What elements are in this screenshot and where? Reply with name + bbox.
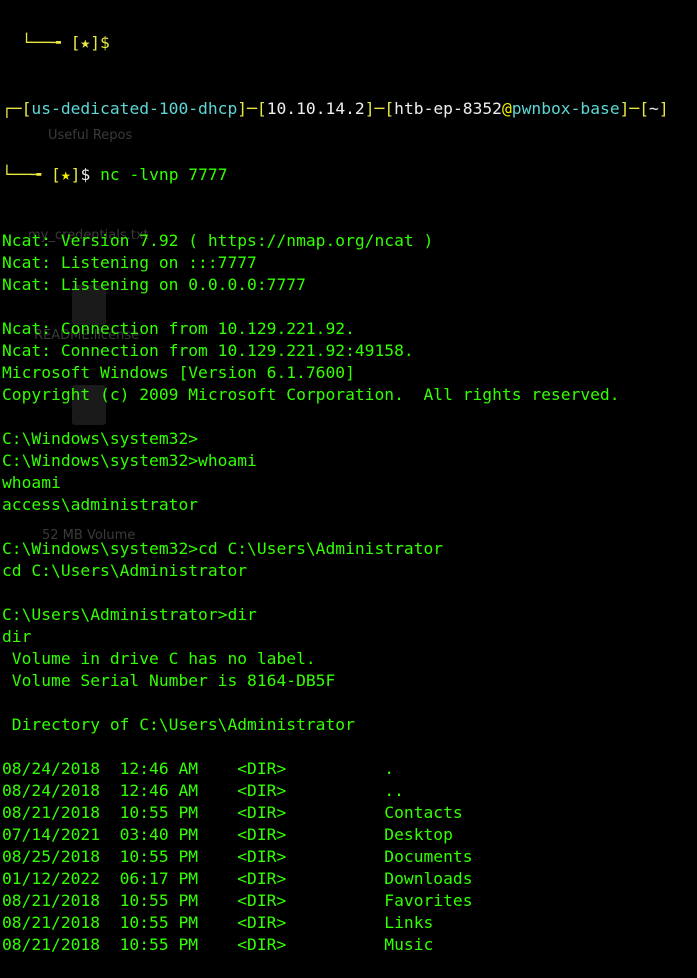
prompt-dir: ~ bbox=[649, 99, 659, 118]
output-line: C:\Windows\system32> bbox=[2, 429, 199, 448]
prompt-header: ┌─[us-dedicated-100-dhcp]─[10.10.14.2]─[… bbox=[2, 99, 669, 118]
prompt-ip: 10.10.14.2 bbox=[266, 99, 365, 118]
output-line: 08/24/2018 12:46 AM <DIR> . bbox=[2, 759, 395, 778]
output-line: dir bbox=[2, 627, 32, 646]
output-line: C:\Users\Administrator>dir bbox=[2, 605, 257, 624]
prompt-command: nc -lvnp 7777 bbox=[100, 165, 228, 184]
output-line: cd C:\Users\Administrator bbox=[2, 561, 248, 580]
output-line: Volume Serial Number is 8164-DB5F bbox=[2, 671, 336, 690]
output-line: 08/21/2018 10:55 PM <DIR> Contacts bbox=[2, 803, 463, 822]
output-line: Ncat: Connection from 10.129.221.92:4915… bbox=[2, 341, 414, 360]
prompt-host: us-dedicated-100-dhcp bbox=[31, 99, 238, 118]
output-line: whoami bbox=[2, 473, 61, 492]
output-line: 08/24/2018 12:46 AM <DIR> .. bbox=[2, 781, 404, 800]
output-line: Microsoft Windows [Version 6.1.7600] bbox=[2, 363, 355, 382]
terminal-output[interactable]: └──╼ [★]$ ┌─[us-dedicated-100-dhcp]─[10.… bbox=[2, 0, 669, 978]
output-line: 01/12/2022 06:17 PM <DIR> Downloads bbox=[2, 869, 473, 888]
prompt-star: ★ bbox=[60, 165, 71, 184]
command-output: Ncat: Version 7.92 ( https://nmap.org/nc… bbox=[2, 230, 669, 956]
prompt-at: @ bbox=[501, 99, 512, 118]
output-line: 08/21/2018 10:55 PM <DIR> Music bbox=[2, 935, 434, 954]
output-line: access\administrator bbox=[2, 495, 199, 514]
output-line: Ncat: Listening on 0.0.0.0:7777 bbox=[2, 275, 306, 294]
prompt-machine: pwnbox-base bbox=[511, 99, 620, 118]
output-line: Volume in drive C has no label. bbox=[2, 649, 316, 668]
output-line: Ncat: Listening on :::7777 bbox=[2, 253, 257, 272]
output-line: 07/14/2021 03:40 PM <DIR> Desktop bbox=[2, 825, 453, 844]
output-line: Copyright (c) 2009 Microsoft Corporation… bbox=[2, 385, 620, 404]
prompt-partial-line: └──╼ [★]$ bbox=[2, 33, 110, 52]
output-line: Ncat: Connection from 10.129.221.92. bbox=[2, 319, 355, 338]
output-line: Ncat: Version 7.92 ( https://nmap.org/nc… bbox=[2, 231, 434, 250]
prompt-command-line: └──╼ [★]$ nc -lvnp 7777 bbox=[2, 165, 228, 184]
output-line: Directory of C:\Users\Administrator bbox=[2, 715, 355, 734]
output-line: 08/21/2018 10:55 PM <DIR> Links bbox=[2, 913, 434, 932]
output-line: 08/25/2018 10:55 PM <DIR> Documents bbox=[2, 847, 473, 866]
output-line: 08/21/2018 10:55 PM <DIR> Favorites bbox=[2, 891, 473, 910]
prompt-dollar: $ bbox=[80, 165, 91, 184]
output-line: C:\Windows\system32>cd C:\Users\Administ… bbox=[2, 539, 444, 558]
prompt-user: htb-ep-8352 bbox=[394, 99, 502, 118]
output-line: C:\Windows\system32>whoami bbox=[2, 451, 257, 470]
prompt-partial: [★]$ bbox=[70, 33, 110, 52]
